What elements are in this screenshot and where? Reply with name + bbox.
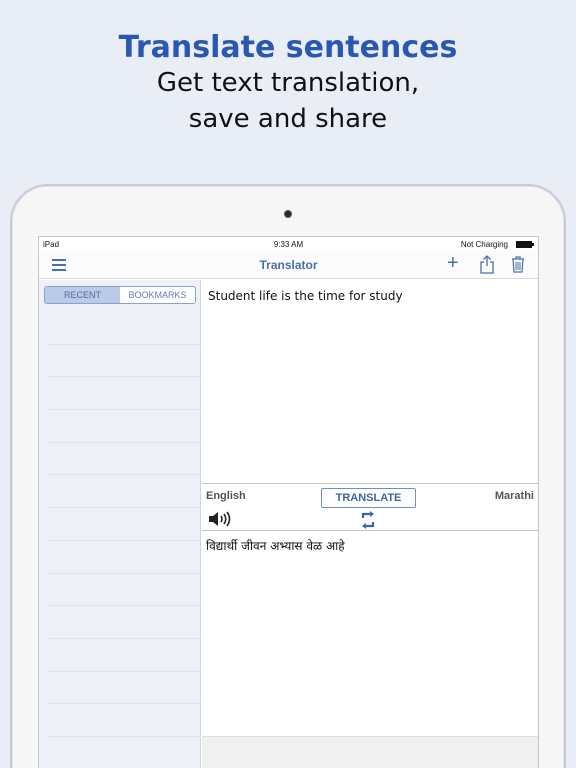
plus-icon[interactable]: + xyxy=(447,253,459,273)
navigation-bar: Translator + xyxy=(39,251,538,279)
list-item[interactable] xyxy=(47,508,201,541)
status-bar: iPad 9:33 AM Not Charging xyxy=(39,237,538,251)
list-item[interactable] xyxy=(47,737,201,768)
list-item[interactable] xyxy=(47,312,201,345)
list-item[interactable] xyxy=(47,606,201,639)
list-item[interactable] xyxy=(47,704,201,737)
list-item[interactable] xyxy=(47,410,201,443)
camera-icon xyxy=(284,210,292,218)
list-item[interactable] xyxy=(47,475,201,509)
target-language[interactable]: Marathi xyxy=(495,490,534,502)
promo-subtitle-line1: Get text translation, xyxy=(156,68,420,98)
bottom-toolbar xyxy=(202,736,538,768)
list-item[interactable] xyxy=(47,541,201,574)
list-item[interactable] xyxy=(47,672,201,705)
target-text-area: विद्यार्थी जीवन अभ्यास वेळ आहे xyxy=(206,539,345,553)
list-item[interactable] xyxy=(47,443,201,476)
sidebar: RECENT BOOKMARKS xyxy=(39,280,201,768)
battery-icon xyxy=(516,241,534,248)
speaker-icon[interactable] xyxy=(208,511,232,532)
source-language[interactable]: English xyxy=(206,490,246,502)
list-item[interactable] xyxy=(47,574,201,607)
history-list xyxy=(47,312,201,768)
list-item[interactable] xyxy=(47,345,201,378)
list-item[interactable] xyxy=(47,639,201,672)
nav-title: Translator xyxy=(259,258,318,272)
tab-recent[interactable]: RECENT xyxy=(45,287,120,303)
promo-title: Translate sentences xyxy=(118,30,458,65)
segmented-control: RECENT BOOKMARKS xyxy=(44,286,196,304)
promo-subtitle-line2: save and share xyxy=(188,104,388,134)
screen: iPad 9:33 AM Not Charging Translator + R… xyxy=(38,236,539,768)
tab-bookmarks[interactable]: BOOKMARKS xyxy=(120,287,195,303)
trash-icon[interactable] xyxy=(511,255,525,278)
translate-button[interactable]: TRANSLATE xyxy=(321,488,416,508)
list-item[interactable] xyxy=(47,377,201,411)
language-bar: English TRANSLATE Marathi xyxy=(202,483,538,532)
share-icon[interactable] xyxy=(479,255,495,279)
source-text-area[interactable]: Student life is the time for study xyxy=(202,280,538,483)
status-charging: Not Charging xyxy=(460,240,508,249)
